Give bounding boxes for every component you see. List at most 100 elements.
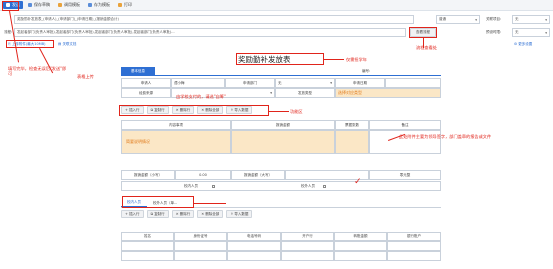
annotation-process-box bbox=[409, 27, 437, 38]
save-icon bbox=[28, 3, 32, 7]
in-school-checkbox[interactable] bbox=[212, 184, 215, 188]
print-icon bbox=[118, 3, 122, 7]
fund-type-label: 发放类型 bbox=[275, 88, 335, 98]
table-cell[interactable] bbox=[227, 241, 281, 251]
invoice-col-header: 票据张数 bbox=[335, 120, 369, 130]
people-import-data-button[interactable]: ⇪ 导入数据 bbox=[226, 210, 253, 218]
doc-icon: ▤ bbox=[58, 42, 62, 46]
total-small-label: 报销金额（小写） bbox=[121, 170, 175, 180]
people-delete-all-button[interactable]: ✕ 删除全部 bbox=[197, 210, 224, 218]
amount-cell[interactable] bbox=[231, 130, 335, 154]
date-field[interactable] bbox=[385, 78, 441, 88]
annotation-tabs-line bbox=[194, 203, 226, 204]
template-icon bbox=[58, 3, 62, 7]
annotation-send-box bbox=[2, 1, 19, 11]
use-template-button[interactable]: 调用模板 bbox=[55, 1, 83, 9]
number-label: 编号: bbox=[362, 69, 371, 73]
in-school-label: 校内人员 bbox=[184, 183, 198, 188]
annotation-fill-complete: 填写完毕，检查无误后"发送"即可 bbox=[8, 66, 67, 76]
save-template-button[interactable]: 存为模板 bbox=[85, 1, 113, 9]
fund-source-label: 经费来源 bbox=[121, 88, 171, 98]
chevron-down-icon: ▾ bbox=[475, 17, 477, 22]
annotation-attachment-upload: 表格上传 bbox=[77, 74, 94, 79]
remarks-col-header: 备注 bbox=[369, 120, 441, 130]
annotation-tabs-box bbox=[122, 196, 194, 208]
related-select[interactable]: 无 ▾ bbox=[512, 15, 550, 24]
gear-icon: ⚙ bbox=[514, 42, 518, 46]
annotation-remarks-hint: 此处附件主要为领导签字，部门盖章的报告或文件 bbox=[399, 134, 492, 139]
annotation-upload-box bbox=[6, 40, 54, 48]
basic-info-line bbox=[121, 75, 441, 76]
people-col-bank: 开户行 bbox=[281, 232, 334, 241]
deadline-label: 预设时限: bbox=[486, 30, 502, 34]
annotation-checkmark: ✓ bbox=[354, 177, 362, 187]
people-insert-row-button[interactable]: + 插入行 bbox=[121, 210, 144, 218]
people-delete-row-button[interactable]: ✕ 删除行 bbox=[171, 210, 195, 218]
out-school-label: 校外人员 bbox=[301, 183, 315, 188]
invoice-cell[interactable] bbox=[335, 130, 369, 154]
total-big-value: 零元整 bbox=[369, 170, 441, 180]
dept-field[interactable]: 无 ▾ bbox=[275, 78, 335, 88]
copy-icon: ⧉ bbox=[150, 212, 154, 216]
fund-type-field[interactable]: 选择对应类型 bbox=[335, 88, 441, 98]
chevron-down-icon: ▾ bbox=[545, 17, 547, 22]
title-input[interactable]: 奖励勤补发放表_(申请人)_(申请部门)_(申请日期)_(报销金额合计) bbox=[14, 15, 414, 24]
table-cell[interactable] bbox=[334, 241, 387, 251]
chevron-down-icon: ▾ bbox=[330, 81, 332, 85]
toolbar: 发送 保存草稿 调用模板 存为模板 打印 bbox=[0, 0, 553, 11]
total-big-label: 报销金额（大写） bbox=[231, 170, 285, 180]
applicant-label: 申请人 bbox=[121, 78, 171, 88]
table-cell[interactable] bbox=[387, 251, 441, 261]
people-col-account: 银行账户 bbox=[387, 232, 441, 241]
plus-icon: + bbox=[125, 212, 128, 216]
table-cell[interactable] bbox=[281, 251, 334, 261]
annotation-process-view: 流程查看处 bbox=[416, 45, 437, 50]
dept-label: 申请部门 bbox=[225, 78, 275, 88]
delete-all-icon: ✕ bbox=[201, 212, 205, 216]
out-school-checkbox[interactable] bbox=[323, 184, 326, 188]
basic-info-header: 基本信息 bbox=[121, 67, 155, 75]
urgency-select[interactable]: 普通 ▾ bbox=[436, 15, 480, 24]
people-table: 姓名 身份证号 电话号码 开户行 转账金额 银行账户 bbox=[121, 232, 441, 269]
annotation-title-line bbox=[324, 59, 344, 60]
applicant-field[interactable]: 谭小梅 bbox=[171, 78, 225, 88]
people-col-id: 身份证号 bbox=[174, 232, 227, 241]
people-toolbar: + 插入行 ⧉ 复制行 ✕ 删除行 ✕ 删除全部 ⇪ 导入数据 bbox=[121, 210, 441, 219]
chevron-down-icon: ▾ bbox=[270, 91, 272, 95]
print-button[interactable]: 打印 bbox=[115, 1, 135, 9]
total-small-value: 0.00 bbox=[175, 170, 231, 180]
table-cell[interactable] bbox=[227, 251, 281, 261]
related-doc-link[interactable]: ▤ 关联文档 bbox=[58, 42, 76, 47]
import-icon: ⇪ bbox=[230, 212, 234, 216]
annotation-title-fill: 仅需担学年 bbox=[346, 57, 367, 62]
personnel-row: 校内人员 校外人员 bbox=[121, 181, 441, 191]
deadline-select[interactable]: 无 ▾ bbox=[512, 28, 550, 37]
annotation-function-area: 功能区 bbox=[290, 109, 303, 114]
process-input: 发起者部门(负责人审批),发起者部门(负责人审批),发起者部门(负责人审批),发… bbox=[14, 28, 406, 37]
save-template-icon bbox=[88, 3, 92, 7]
people-col-phone: 电话号码 bbox=[227, 232, 281, 241]
annotation-function-line bbox=[269, 111, 289, 112]
save-draft-button[interactable]: 保存草稿 bbox=[25, 1, 53, 9]
table-cell[interactable] bbox=[121, 241, 174, 251]
annotation-title-box bbox=[236, 53, 324, 65]
delete-icon: ✕ bbox=[175, 212, 179, 216]
people-col-amount: 转账金额 bbox=[334, 232, 387, 241]
people-copy-row-button[interactable]: ⧉ 复制行 bbox=[146, 210, 169, 218]
table-cell[interactable] bbox=[174, 241, 227, 251]
content-cell[interactable]: 简要说明情况 bbox=[121, 130, 231, 154]
process-label: 流程: bbox=[4, 30, 13, 34]
chevron-down-icon: ▾ bbox=[545, 30, 547, 35]
table-cell[interactable] bbox=[174, 251, 227, 261]
content-col-header: 内容事项 bbox=[121, 120, 231, 130]
table-cell[interactable] bbox=[281, 241, 334, 251]
more-settings-link[interactable]: ⚙ 更多设置 bbox=[514, 42, 532, 47]
annotation-function-box bbox=[119, 105, 269, 116]
annotation-fund-source: 由学校支付的，请选"自筹" bbox=[176, 94, 226, 99]
date-label: 申请日期 bbox=[335, 78, 385, 88]
table-cell[interactable] bbox=[121, 251, 174, 261]
table-cell[interactable] bbox=[387, 241, 441, 251]
people-col-name: 姓名 bbox=[121, 232, 174, 241]
amount-col-header: 报销金额 bbox=[231, 120, 335, 130]
table-cell[interactable] bbox=[334, 251, 387, 261]
